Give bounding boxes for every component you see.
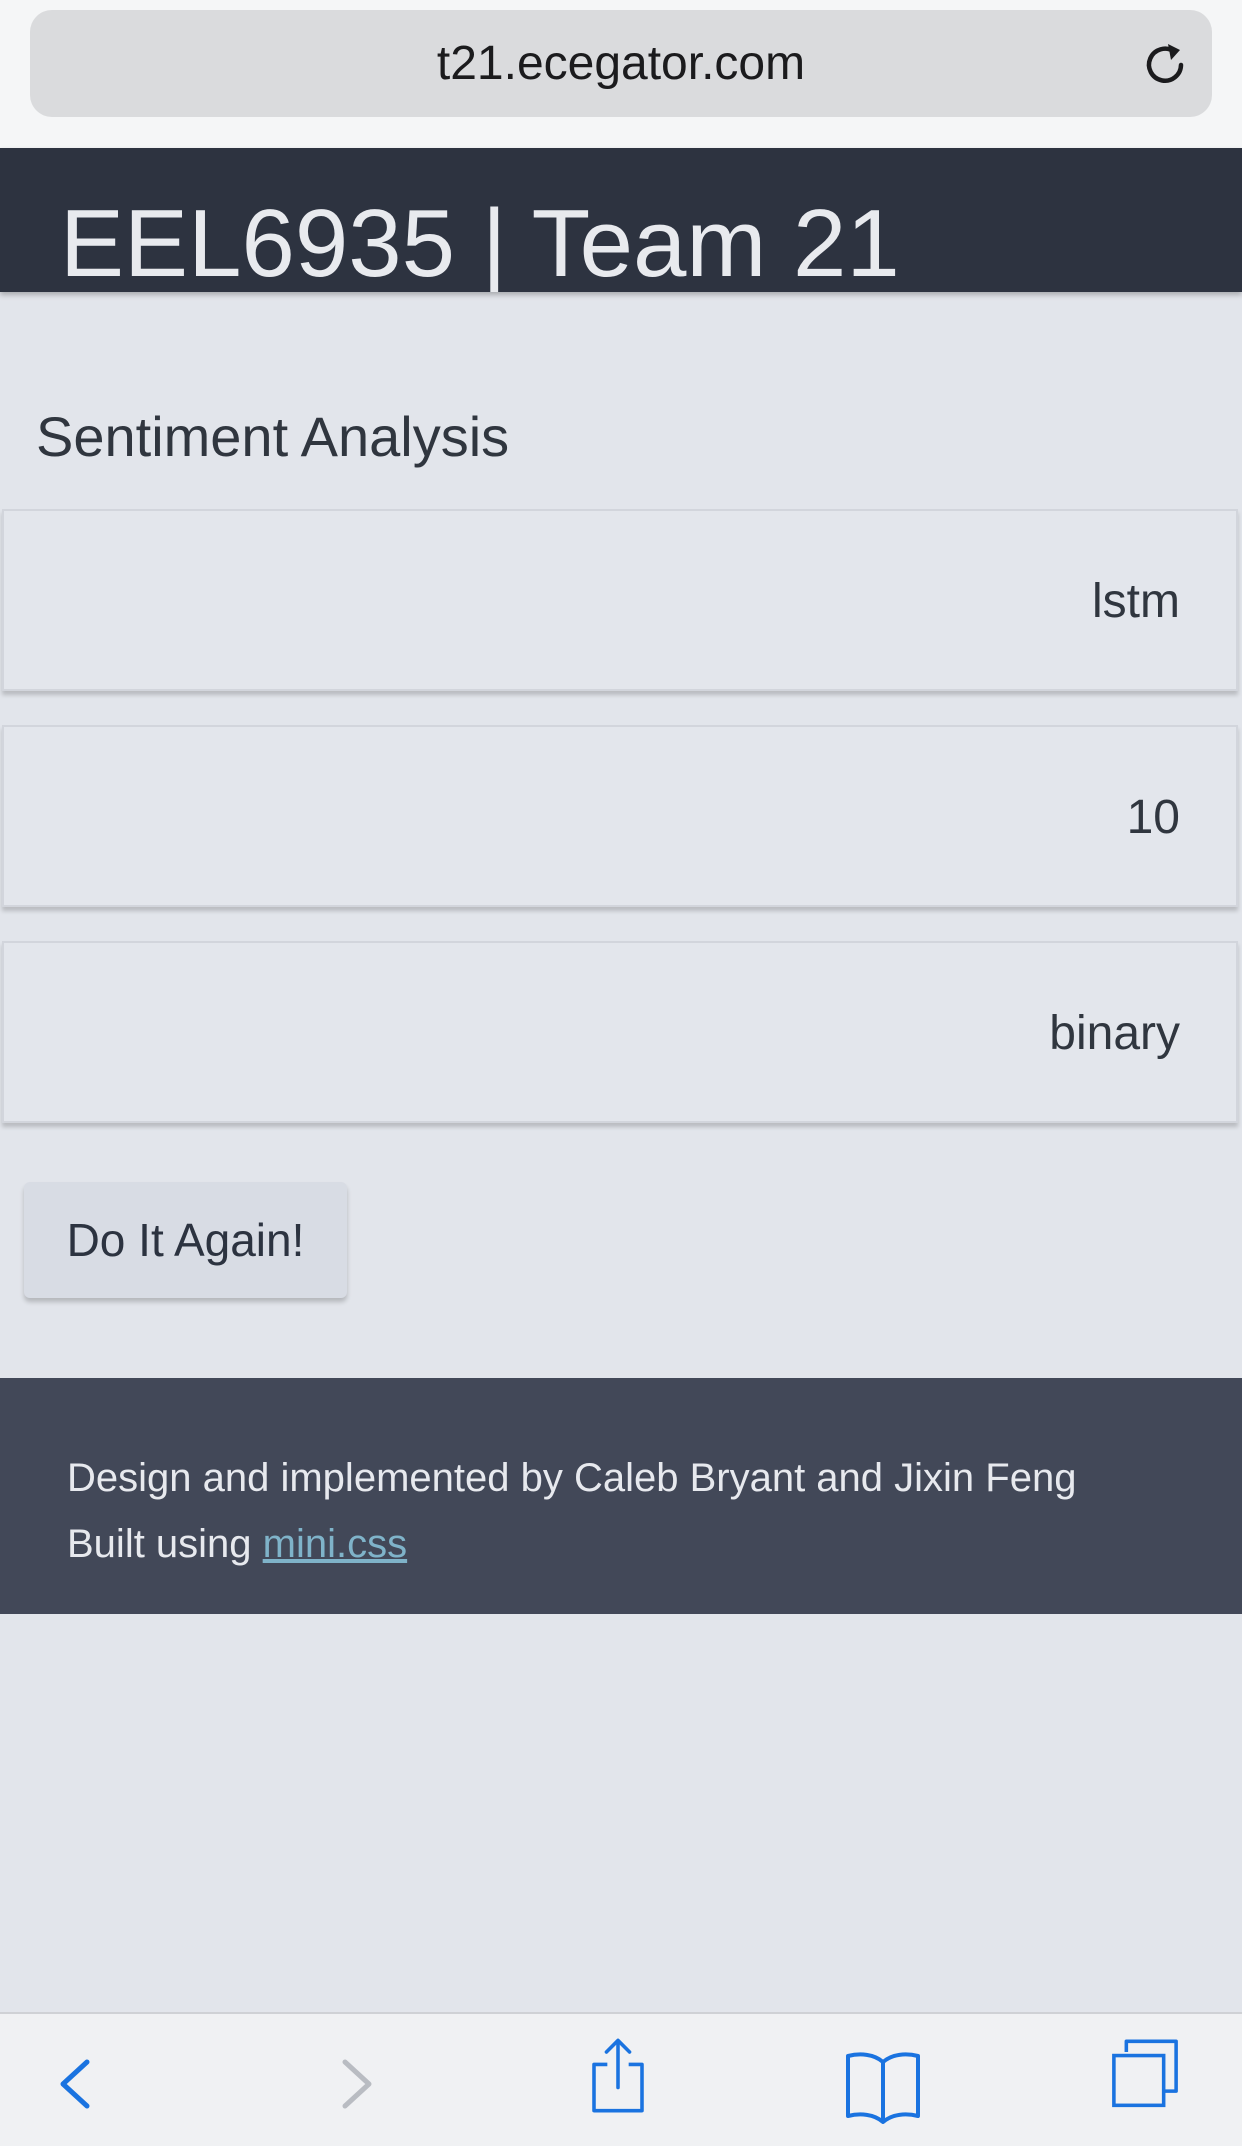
url-text[interactable]: t21.ecegator.com xyxy=(30,10,1212,117)
do-it-again-button[interactable]: Do It Again! xyxy=(24,1182,347,1298)
mini-css-link[interactable]: mini.css xyxy=(263,1522,407,1566)
result-card-count: 10 xyxy=(2,725,1238,907)
share-icon[interactable] xyxy=(573,2036,663,2116)
site-header: EEL6935 | Team 21 xyxy=(0,148,1242,292)
bottom-toolbar xyxy=(0,2012,1242,2146)
address-bar[interactable]: t21.ecegator.com xyxy=(30,10,1212,117)
forward-icon[interactable] xyxy=(309,2044,399,2124)
tabs-icon[interactable] xyxy=(1100,2036,1190,2116)
footer-credits: Design and implemented by Caleb Bryant a… xyxy=(67,1456,1077,1500)
back-icon[interactable] xyxy=(33,2044,123,2124)
result-value-count: 10 xyxy=(1126,791,1180,844)
result-card-mode: binary xyxy=(2,941,1238,1123)
reload-icon[interactable] xyxy=(1140,40,1190,90)
footer-built-prefix: Built using xyxy=(67,1522,263,1566)
result-card-model: lstm xyxy=(2,509,1238,691)
result-value-model: lstm xyxy=(1092,575,1180,628)
bookmarks-icon[interactable] xyxy=(838,2044,928,2124)
page-heading: Sentiment Analysis xyxy=(36,405,510,468)
site-title[interactable]: EEL6935 | Team 21 xyxy=(60,196,900,292)
result-value-mode: binary xyxy=(1049,1007,1180,1060)
browser-top-bar: t21.ecegator.com xyxy=(0,0,1242,148)
footer-built-using: Built using mini.css xyxy=(67,1519,407,1569)
page: t21.ecegator.com EEL6935 | Team 21 Senti… xyxy=(0,0,1242,2146)
